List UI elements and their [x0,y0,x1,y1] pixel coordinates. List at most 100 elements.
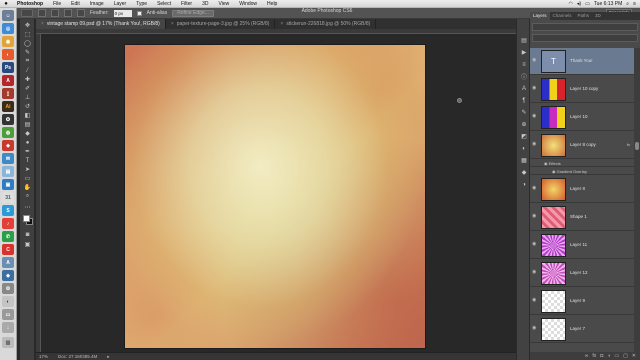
layer-effects-row[interactable]: ◉ Effects [530,160,634,167]
refine-edge-button[interactable]: Refine Edge... [172,9,214,17]
volume-icon[interactable]: ◂) [577,1,581,7]
marquee-tool-icon[interactable]: ⬚ [23,31,32,38]
menu-image[interactable]: Image [85,1,109,7]
gradient-overlay-row[interactable]: ◉ Gradient Overlay [530,168,634,175]
brush-tool-icon[interactable]: ✐ [23,85,32,92]
foreground-color-swatch[interactable] [23,215,30,222]
menu-3d[interactable]: 3D [197,1,213,7]
apple-menu-icon[interactable]: ● [0,1,12,7]
layers-scroll-thumb[interactable] [635,142,639,150]
layer-row[interactable]: ◉ Layer 12 [530,260,634,287]
color-panel-icon[interactable]: ◐ [520,145,528,152]
more-tools-icon[interactable]: ⋯ [23,204,32,211]
safari-icon[interactable]: ◎ [2,23,14,34]
blend-opacity-row[interactable] [532,34,638,42]
quick-selection-tool-icon[interactable]: ✎ [23,49,32,56]
menu-layer[interactable]: Layer [109,1,132,7]
red-c-app-icon[interactable]: C [2,244,14,255]
add-mask-icon[interactable]: ◘ [600,353,603,359]
layer-row[interactable]: ◉ Shape 1 [530,204,634,231]
acrobat-icon[interactable]: A [2,75,14,86]
move-tool-icon[interactable]: ✥ [23,22,32,29]
trash-icon[interactable]: ▥ [2,337,14,348]
menu-edit[interactable]: Edit [66,1,85,7]
healing-brush-tool-icon[interactable]: ✚ [23,76,32,83]
delete-layer-icon[interactable]: ✕ [632,353,636,359]
zoom-level[interactable]: 17% [39,354,48,359]
pdf-icon[interactable]: ▯ [2,88,14,99]
layer-row[interactable]: ◉ Layer 10 [530,104,634,131]
layer-row[interactable]: ◉ Layer 7 [530,316,634,343]
notifications-icon[interactable]: ≡ [633,1,636,7]
eyedropper-tool-icon[interactable]: ⁄ [23,67,32,74]
visibility-eye-icon[interactable]: ◉ [532,270,537,275]
gradient-tool-icon[interactable]: ▤ [23,121,32,128]
new-layer-icon[interactable]: ▢ [623,353,628,359]
skype-icon[interactable]: S [2,205,14,216]
wifi-icon[interactable]: ◠ [569,1,573,7]
character-panel-icon[interactable]: A [520,85,528,92]
visibility-eye-icon[interactable]: ◉ [532,186,537,191]
type-tool-icon[interactable]: T [23,157,32,164]
firefox-icon[interactable]: ◐ [2,49,14,60]
navigator-panel-icon[interactable]: ◩ [520,133,528,140]
info-panel-icon[interactable]: ⓘ [520,73,528,81]
blur-tool-icon[interactable]: ◆ [23,130,32,137]
photoshop-dock-icon[interactable]: Ps [2,62,14,73]
itunes-icon[interactable]: ♪ [2,218,14,229]
soccer-app-icon[interactable]: ✪ [2,114,14,125]
canvas-area[interactable] [41,34,516,352]
brush-panel-icon[interactable]: ✎ [520,109,528,116]
menu-photoshop[interactable]: Photoshop [12,1,48,7]
anti-alias-checkbox[interactable] [136,10,142,16]
styles-panel-icon[interactable]: ◆ [520,169,528,176]
visibility-eye-icon[interactable]: ◉ [532,242,537,247]
tab-layers[interactable]: Layers [530,12,550,20]
green-app-icon[interactable]: ◍ [2,127,14,138]
folder-icon[interactable]: ▭ [2,309,14,320]
menu-type[interactable]: Type [131,1,152,7]
finder-icon[interactable]: ☺ [2,10,14,21]
tab-paths[interactable]: Paths [575,12,593,20]
visibility-eye-icon[interactable]: ◉ [532,114,537,119]
menu-help[interactable]: Help [262,1,282,7]
doc-tab[interactable]: × paper-texture-page-3.jpg @ 25% (RGB/8) [166,19,276,29]
zoom-tool-icon[interactable]: ⌕ [23,193,32,200]
layer-filter-row[interactable] [532,23,638,31]
lasso-tool-icon[interactable]: ◯ [23,40,32,47]
path-selection-tool-icon[interactable]: ➤ [23,166,32,173]
clone-source-panel-icon[interactable]: ⊕ [520,121,528,128]
messages-icon[interactable]: ✆ [2,231,14,242]
quick-mask-icon[interactable]: ◙ [23,231,32,238]
history-brush-tool-icon[interactable]: ↺ [23,103,32,110]
red-app-icon[interactable]: ◈ [2,140,14,151]
visibility-eye-icon[interactable]: ◉ [532,142,537,147]
hand-tool-icon[interactable]: ✋ [23,184,32,191]
doc-size-info[interactable]: Doc: 27.1M/385.4M [58,354,97,359]
pen-tool-icon[interactable]: ✒ [23,148,32,155]
new-group-icon[interactable]: ▭ [614,353,619,359]
visibility-eye-icon[interactable]: ◉ [532,86,537,91]
chrome-icon[interactable]: ◉ [2,36,14,47]
link-layers-icon[interactable]: ∞ [585,353,589,359]
adjustment-layer-icon[interactable]: ◑ [607,353,610,359]
crop-tool-icon[interactable]: ⌗ [23,58,32,65]
eraser-tool-icon[interactable]: ◧ [23,112,32,119]
layer-fx-icon[interactable]: fx [627,142,630,147]
history-panel-icon[interactable]: ▤ [520,37,528,44]
tab-3d[interactable]: 3D [592,12,604,20]
document-canvas[interactable] [125,45,425,348]
status-arrow-icon[interactable]: ▸ [107,354,109,360]
layer-row[interactable]: ◉ Layer 10 copy [530,76,634,103]
subtract-selection-icon[interactable] [64,9,72,17]
shape-tool-icon[interactable]: ▭ [23,175,32,182]
illustrator-icon[interactable]: Ai [2,101,14,112]
mail-icon[interactable]: ✉ [2,153,14,164]
close-tab-icon[interactable]: × [280,21,283,27]
layer-row[interactable]: ◉ Layer 11 [530,232,634,259]
menu-view[interactable]: View [214,1,235,7]
visibility-eye-icon[interactable]: ◉ [532,298,537,303]
disk-utility-icon[interactable]: ◐ [2,296,14,307]
close-tab-icon[interactable]: × [41,21,44,27]
adjustments-panel-icon[interactable]: ◑ [520,181,528,188]
